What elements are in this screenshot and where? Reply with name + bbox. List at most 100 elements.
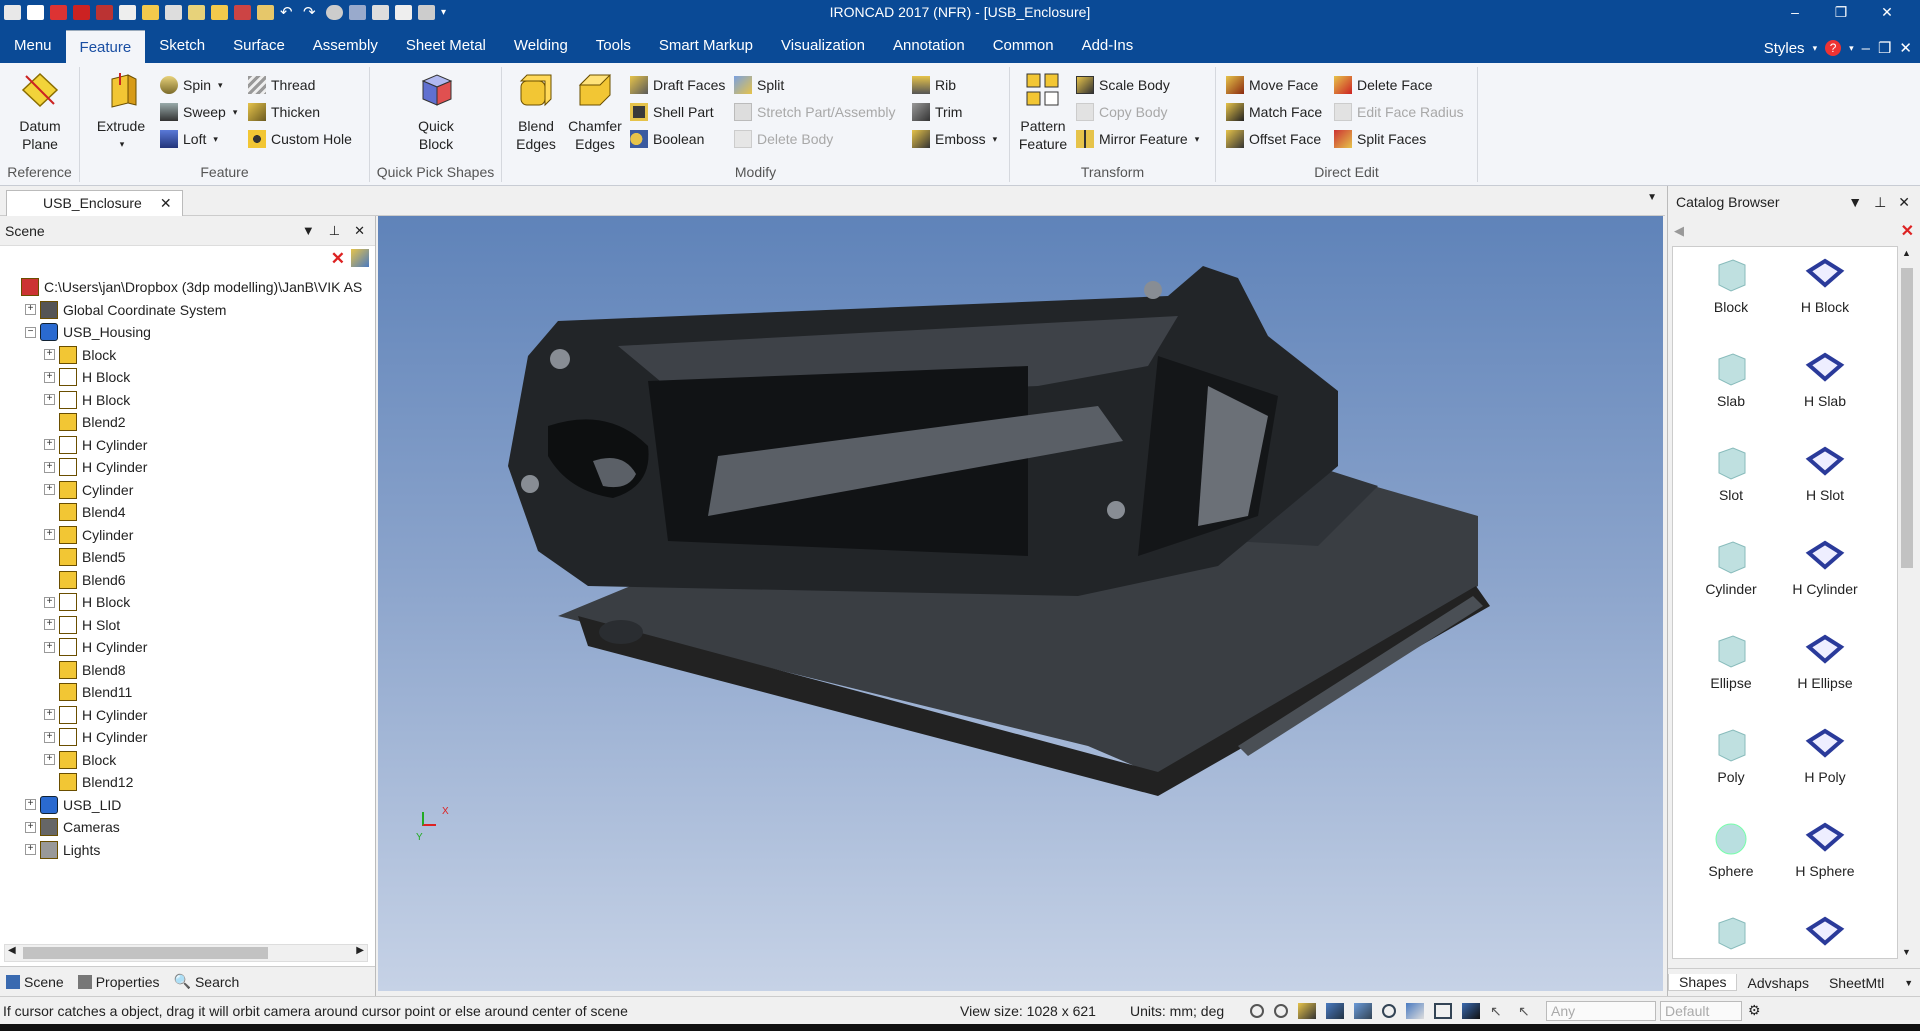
chevron-down-icon[interactable]: ▾	[1849, 43, 1854, 54]
tree-node[interactable]: + H Cylinder	[2, 636, 372, 659]
ribbon-restore-icon[interactable]: ❐	[1878, 39, 1891, 57]
expand-toggle-icon[interactable]: +	[44, 371, 55, 383]
new-sheet-icon[interactable]	[96, 4, 113, 20]
expand-toggle-icon[interactable]: +	[44, 641, 55, 653]
render-icon[interactable]	[326, 4, 343, 20]
close-button[interactable]: ✕	[1864, 0, 1910, 24]
orbit-icon[interactable]	[1382, 1003, 1396, 1018]
delete-body-button[interactable]: Delete Body	[734, 128, 833, 150]
tree-node[interactable]: + H Cylinder	[2, 704, 372, 727]
tree-node[interactable]: + Cylinder	[2, 479, 372, 502]
shading-icon[interactable]	[1462, 1002, 1480, 1019]
open-folder-icon[interactable]	[142, 4, 159, 20]
select-icon[interactable]: ↖	[1518, 1003, 1536, 1019]
tree-node[interactable]: Blend5	[2, 546, 372, 569]
chevron-down-icon[interactable]: ▾	[1813, 43, 1818, 54]
shell-part-button[interactable]: Shell Part	[630, 101, 714, 123]
save-icon[interactable]	[165, 4, 182, 20]
sweep-button[interactable]: Sweep ▾	[160, 101, 237, 123]
loft-button[interactable]: Loft ▾	[160, 128, 218, 150]
catalog-item-slot[interactable]: Slot	[1681, 443, 1781, 503]
tree-node[interactable]: Blend11	[2, 681, 372, 704]
tree-node[interactable]: + Block	[2, 344, 372, 367]
catalog-item-pie[interactable]: Pie	[1681, 913, 1781, 958]
tab-sheetmtl[interactable]: SheetMtl	[1819, 975, 1894, 991]
pin-icon[interactable]: ⊥	[329, 223, 340, 239]
zoom-fit-icon[interactable]	[1274, 1003, 1288, 1018]
thread-button[interactable]: Thread	[248, 74, 315, 96]
redo-icon[interactable]: ↷	[303, 5, 320, 20]
tab-search[interactable]: 🔍 Search	[174, 973, 240, 990]
move-face-button[interactable]: Move Face	[1226, 74, 1318, 96]
expand-toggle-icon[interactable]: +	[25, 304, 36, 316]
expand-toggle-icon[interactable]: +	[25, 821, 36, 833]
expand-toggle-icon[interactable]: +	[25, 844, 36, 856]
tree-node[interactable]: − USB_Housing	[2, 321, 372, 344]
pattern-feature-button[interactable]: Pattern Feature	[1014, 71, 1072, 153]
delete-icon[interactable]: ✕	[331, 249, 345, 270]
tab-welding[interactable]: Welding	[500, 31, 582, 61]
new-scene-icon[interactable]	[119, 4, 136, 20]
standard-view-icon[interactable]	[1326, 1002, 1344, 1019]
display-mode-icon[interactable]	[1434, 1002, 1452, 1019]
expand-toggle-icon[interactable]: +	[44, 349, 55, 361]
catalog-item-h-sphere[interactable]: H Sphere	[1775, 819, 1875, 879]
tree-node[interactable]: + Cameras	[2, 816, 372, 839]
catalog-item-h-cylinder[interactable]: H Cylinder	[1775, 537, 1875, 597]
tab-feature[interactable]: Feature	[65, 30, 146, 63]
zoom-icon[interactable]	[1250, 1003, 1264, 1018]
catalog-item-h-pie[interactable]: H Pie	[1775, 913, 1875, 958]
emboss-button[interactable]: Emboss ▾	[912, 128, 997, 150]
scale-body-button[interactable]: Scale Body	[1076, 74, 1170, 96]
extrude-button[interactable]: Extrude ▾	[88, 71, 154, 153]
new-file-icon[interactable]	[27, 4, 44, 20]
tab-sheet-metal[interactable]: Sheet Metal	[392, 31, 500, 61]
close-icon[interactable]: ✕	[160, 191, 172, 216]
expand-toggle-icon[interactable]: +	[44, 754, 55, 766]
edit-face-radius-button[interactable]: Edit Face Radius	[1334, 101, 1464, 123]
chevron-down-icon[interactable]: ▼	[302, 223, 315, 239]
customize-qat-icon[interactable]: ▾	[441, 5, 458, 20]
pan-icon[interactable]	[1354, 1002, 1372, 1019]
tree-node[interactable]: + H Cylinder	[2, 726, 372, 749]
tab-menu[interactable]: Menu	[0, 31, 66, 61]
app-logo-icon[interactable]	[4, 4, 21, 20]
tab-scene[interactable]: Scene	[6, 974, 64, 990]
expand-toggle-icon[interactable]: +	[44, 731, 55, 743]
help-icon[interactable]: ?	[1825, 40, 1842, 56]
catalog-item-h-slot[interactable]: H Slot	[1775, 443, 1875, 503]
document-tab[interactable]: USB_Enclosure ✕	[6, 190, 183, 216]
tree-node[interactable]: + Cylinder	[2, 524, 372, 547]
catalog-item-block[interactable]: Block	[1681, 255, 1781, 315]
tab-tools[interactable]: Tools	[582, 31, 645, 61]
styles-menu[interactable]: Styles	[1764, 40, 1805, 57]
expand-toggle-icon[interactable]: +	[44, 596, 55, 608]
tree-node[interactable]: Blend4	[2, 501, 372, 524]
expand-toggle-icon[interactable]: +	[44, 709, 55, 721]
close-icon[interactable]: ✕	[1898, 194, 1910, 211]
property-icon[interactable]	[234, 4, 251, 20]
tree-node[interactable]: + Lights	[2, 839, 372, 862]
datum-plane-button[interactable]: Datum Plane	[4, 71, 76, 153]
ribbon-minimize-icon[interactable]: –	[1862, 40, 1870, 57]
save-as-icon[interactable]	[188, 4, 205, 20]
stretch-button[interactable]: Stretch Part/Assembly	[734, 101, 896, 123]
quick-block-button[interactable]: Quick Block	[398, 71, 474, 153]
new-drawing-icon[interactable]	[73, 4, 90, 20]
tab-annotation[interactable]: Annotation	[879, 31, 979, 61]
tab-smart-markup[interactable]: Smart Markup	[645, 31, 767, 61]
expand-toggle-icon[interactable]: −	[25, 326, 36, 338]
boolean-button[interactable]: Boolean	[630, 128, 704, 150]
style-combo[interactable]: Default	[1660, 1000, 1742, 1021]
tab-advshaps[interactable]: Advshaps	[1737, 975, 1818, 991]
match-face-button[interactable]: Match Face	[1226, 101, 1322, 123]
chamfer-edges-button[interactable]: Chamfer Edges	[564, 71, 626, 153]
tab-common[interactable]: Common	[979, 31, 1068, 61]
horizontal-scrollbar[interactable]: ◀ ▶	[4, 944, 368, 962]
tree-node[interactable]: Blend6	[2, 569, 372, 592]
spin-button[interactable]: Spin ▾	[160, 74, 223, 96]
tab-surface[interactable]: Surface	[219, 31, 299, 61]
tree-node[interactable]: Blend12	[2, 771, 372, 794]
tab-add-ins[interactable]: Add-Ins	[1068, 31, 1148, 61]
ribbon-close-icon[interactable]: ✕	[1899, 39, 1912, 57]
